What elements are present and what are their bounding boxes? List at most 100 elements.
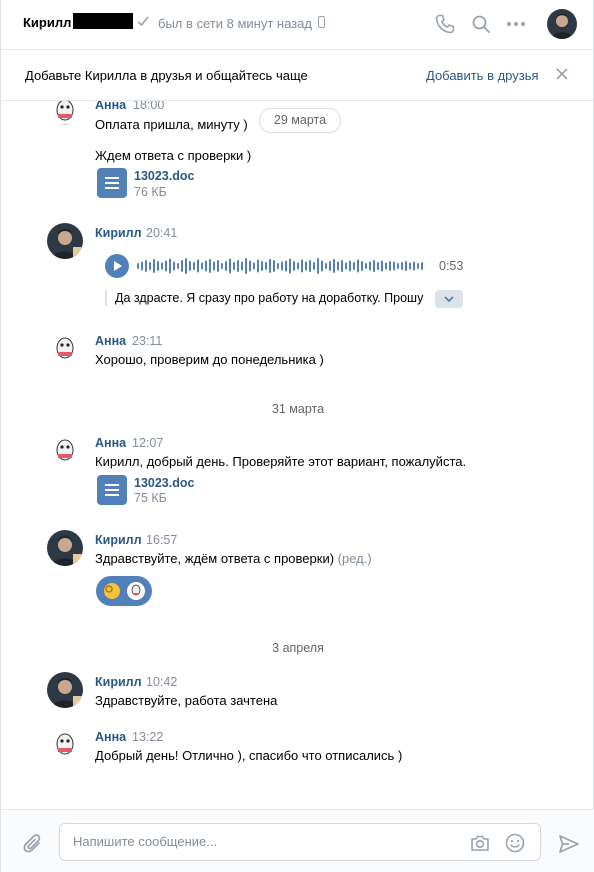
document-icon[interactable] bbox=[97, 475, 127, 505]
waveform-bar bbox=[281, 261, 283, 271]
waveform-bar bbox=[381, 260, 383, 272]
waveform-bar bbox=[305, 261, 307, 271]
contact-avatar[interactable] bbox=[547, 9, 577, 39]
document-size: 75 КБ bbox=[134, 491, 167, 505]
waveform-bar bbox=[233, 262, 235, 270]
waveform-bar bbox=[249, 260, 251, 272]
message-input[interactable] bbox=[73, 834, 453, 849]
waveform-bar bbox=[277, 263, 279, 269]
chat-window: Кирилл был в сети 8 минут назад Добавьте… bbox=[0, 0, 594, 872]
document-icon[interactable] bbox=[97, 168, 127, 198]
waveform-bar bbox=[421, 262, 423, 270]
message-author[interactable]: Кирилл bbox=[95, 675, 142, 689]
expand-transcript-button[interactable] bbox=[435, 290, 463, 308]
message-time[interactable]: 13:22 bbox=[132, 730, 163, 744]
redacted-surname bbox=[73, 13, 133, 29]
waveform-bar bbox=[169, 258, 171, 274]
message-author[interactable]: Анна bbox=[95, 730, 126, 744]
message-author[interactable]: Кирилл bbox=[95, 226, 142, 240]
avatar-kirill[interactable] bbox=[47, 530, 83, 566]
waveform-bar bbox=[185, 258, 187, 274]
message-time[interactable]: 20:41 bbox=[146, 226, 177, 240]
waveform-bar bbox=[209, 259, 211, 273]
waveform-bar bbox=[217, 260, 219, 272]
waveform-bar bbox=[221, 263, 223, 269]
waveform-bar bbox=[321, 260, 323, 272]
reactions-pill[interactable] bbox=[96, 576, 152, 606]
waveform-bar bbox=[409, 262, 411, 270]
waveform-bar bbox=[373, 260, 375, 272]
waveform-bar bbox=[313, 262, 315, 270]
waveform-bar bbox=[137, 263, 139, 269]
message-time[interactable]: 10:42 bbox=[146, 675, 177, 689]
waveform-bar bbox=[317, 258, 319, 274]
message-history[interactable]: ~~~ Анна 18:00 Оплата пришла, минуту ) 2… bbox=[1, 101, 594, 809]
send-icon[interactable] bbox=[557, 832, 581, 856]
avatar-anna[interactable]: ~~~ bbox=[47, 101, 83, 129]
document-name[interactable]: 13023.doc bbox=[134, 169, 194, 183]
voice-waveform[interactable] bbox=[137, 256, 427, 276]
waveform-bar bbox=[177, 263, 179, 269]
waveform-bar bbox=[377, 262, 379, 270]
message-time[interactable]: 18:00 bbox=[133, 101, 164, 112]
waveform-bar bbox=[197, 259, 199, 273]
avatar-kirill[interactable] bbox=[47, 223, 83, 259]
waveform-bar bbox=[309, 260, 311, 272]
waveform-bar bbox=[161, 262, 163, 270]
message-author[interactable]: Анна bbox=[95, 101, 126, 112]
date-badge: 29 марта bbox=[259, 108, 341, 133]
message-time[interactable]: 12:07 bbox=[132, 436, 163, 450]
emoji-icon[interactable] bbox=[504, 832, 526, 854]
waveform-bar bbox=[289, 258, 291, 274]
waveform-bar bbox=[193, 262, 195, 270]
add-friend-banner: Добавьте Кирилла в друзья и общайтесь ча… bbox=[1, 50, 594, 101]
close-icon[interactable] bbox=[556, 68, 568, 80]
waveform-bar bbox=[269, 259, 271, 273]
voice-duration: 0:53 bbox=[439, 259, 464, 273]
waveform-bar bbox=[365, 263, 367, 269]
waveform-bar bbox=[357, 259, 359, 273]
avatar-kirill[interactable] bbox=[47, 672, 83, 708]
add-friend-link[interactable]: Добавить в друзья bbox=[426, 68, 539, 83]
contact-name[interactable]: Кирилл bbox=[23, 15, 71, 30]
message-input-box[interactable] bbox=[59, 823, 541, 861]
message-time[interactable]: 23:11 bbox=[132, 334, 162, 348]
date-separator: 31 марта bbox=[271, 402, 325, 416]
sticker-anna-emoji bbox=[127, 582, 145, 600]
ok-hand-emoji bbox=[104, 583, 120, 599]
play-voice-button[interactable] bbox=[105, 254, 129, 278]
avatar-anna[interactable] bbox=[47, 433, 83, 469]
waveform-bar bbox=[145, 260, 147, 272]
attach-icon[interactable] bbox=[21, 832, 45, 856]
waveform-bar bbox=[261, 261, 263, 271]
waveform-bar bbox=[329, 261, 331, 271]
waveform-bar bbox=[265, 262, 267, 270]
message-author[interactable]: Анна bbox=[95, 436, 126, 450]
message-author[interactable]: Анна bbox=[95, 334, 126, 348]
more-icon[interactable] bbox=[504, 12, 528, 36]
document-name[interactable]: 13023.doc bbox=[134, 476, 194, 490]
edited-marker: (ред.) bbox=[337, 551, 372, 566]
waveform-bar bbox=[369, 261, 371, 271]
waveform-bar bbox=[229, 258, 231, 274]
message-time[interactable]: 16:57 bbox=[146, 533, 177, 547]
waveform-bar bbox=[173, 261, 175, 271]
message-author[interactable]: Кирилл bbox=[95, 533, 142, 547]
waveform-bar bbox=[253, 262, 255, 270]
waveform-bar bbox=[413, 261, 415, 271]
svg-text:~~~: ~~~ bbox=[61, 122, 69, 127]
chevron-down-icon bbox=[444, 296, 454, 303]
waveform-bar bbox=[333, 259, 335, 273]
message-text: Здравствуйте, ждём ответа с проверки) (р… bbox=[95, 551, 372, 566]
phone-icon[interactable] bbox=[433, 12, 457, 36]
avatar-anna[interactable] bbox=[47, 727, 83, 763]
waveform-bar bbox=[417, 263, 419, 269]
search-icon[interactable] bbox=[469, 12, 493, 36]
waveform-bar bbox=[293, 261, 295, 271]
avatar-anna[interactable] bbox=[47, 331, 83, 367]
waveform-bar bbox=[405, 261, 407, 271]
camera-icon[interactable] bbox=[469, 832, 491, 854]
waveform-bar bbox=[273, 260, 275, 272]
check-icon bbox=[137, 16, 149, 27]
waveform-bar bbox=[393, 261, 395, 271]
